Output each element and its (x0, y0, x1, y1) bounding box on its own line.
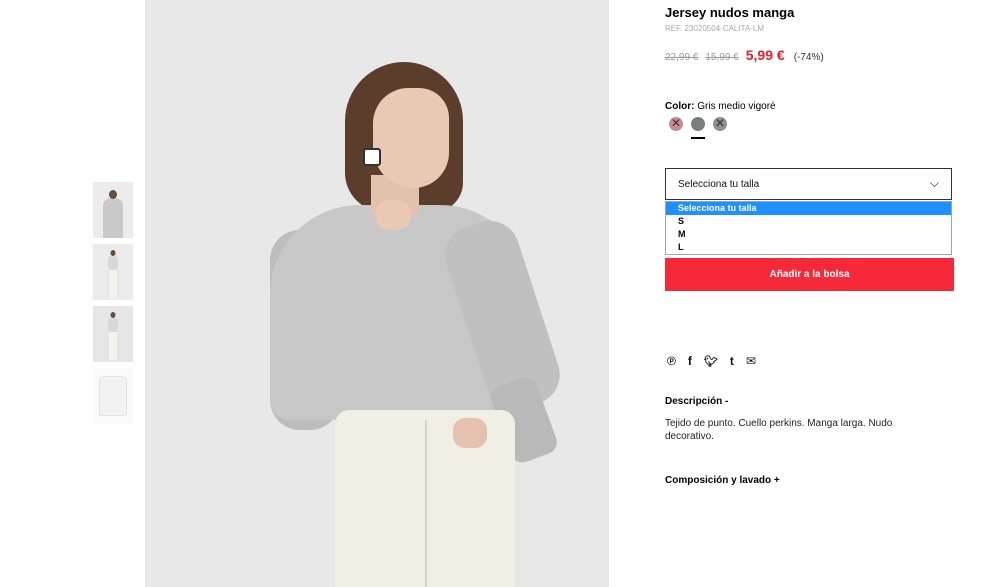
email-icon[interactable]: ✉ (746, 354, 756, 368)
price-original: 22,99 € (665, 52, 699, 63)
product-reference: REF. 23020504-CALITA-LM (665, 24, 765, 33)
size-option-placeholder[interactable]: Selecciona tu talla (666, 202, 951, 215)
thumbnail-sweater (99, 376, 127, 416)
main-product-image[interactable] (145, 0, 609, 587)
unavailable-cross-icon: ✕ (670, 116, 682, 130)
price-block: 22,99 € 15,99 € 5,99 € (-74%) (665, 47, 824, 63)
thumbnail-figure-head (109, 190, 117, 199)
size-option-s[interactable]: S (666, 215, 951, 228)
color-swatches: ✕ ✕ (669, 116, 735, 131)
color-label: Color: (665, 101, 695, 112)
price-previous: 15,99 € (705, 52, 739, 63)
add-to-bag-button[interactable]: Añadir a la bolsa (665, 258, 954, 291)
twitter-icon[interactable]: 🐦︎ (704, 355, 718, 368)
thumbnail-figure-legs (107, 332, 119, 360)
size-option-l[interactable]: L (666, 241, 951, 254)
image-hand (375, 200, 411, 230)
size-dropdown: Selecciona tu talla S M L (665, 201, 952, 255)
selected-swatch-indicator (691, 137, 705, 139)
image-hand-pocket (453, 418, 487, 448)
pinterest-icon[interactable]: ℗ (667, 354, 676, 368)
tumblr-icon[interactable]: t (730, 354, 734, 368)
composition-toggle[interactable]: Composición y lavado + (665, 475, 780, 486)
image-face (373, 88, 449, 188)
size-option-m[interactable]: M (666, 228, 951, 241)
thumbnail-3[interactable] (93, 306, 133, 362)
thumbnail-1[interactable] (93, 182, 133, 238)
thumbnail-figure (108, 318, 118, 332)
thumbnail-figure (103, 198, 123, 238)
color-swatch-pink[interactable]: ✕ (669, 116, 683, 131)
thumbnail-figure (108, 256, 118, 270)
discount-badge: (-74%) (793, 52, 824, 63)
chevron-down-icon: ⌵ (929, 176, 939, 190)
image-earring (363, 148, 381, 166)
image-pants-seam (425, 420, 427, 587)
color-swatch-grey-selected[interactable] (691, 117, 705, 131)
thumbnail-gallery (93, 182, 133, 430)
color-label-row: Color: Gris medio vigoré (665, 101, 776, 112)
color-swatch-dark-grey[interactable]: ✕ (713, 116, 727, 131)
facebook-icon[interactable]: f (688, 354, 692, 368)
thumbnail-figure-legs (107, 270, 119, 298)
description-text: Tejido de punto. Cuello perkins. Manga l… (665, 418, 893, 442)
thumbnail-4[interactable] (93, 368, 133, 424)
thumbnail-2[interactable] (93, 244, 133, 300)
size-select-label: Selecciona tu talla (678, 179, 760, 190)
unavailable-cross-icon: ✕ (714, 116, 726, 130)
color-value: Gris medio vigoré (697, 101, 776, 112)
product-title: Jersey nudos manga (665, 5, 795, 20)
social-share: ℗ f 🐦︎ t ✉ (667, 354, 768, 368)
price-current: 5,99 € (745, 47, 785, 63)
description-toggle[interactable]: Descripción - (665, 396, 728, 407)
size-select[interactable]: Selecciona tu talla ⌵ (665, 168, 952, 200)
